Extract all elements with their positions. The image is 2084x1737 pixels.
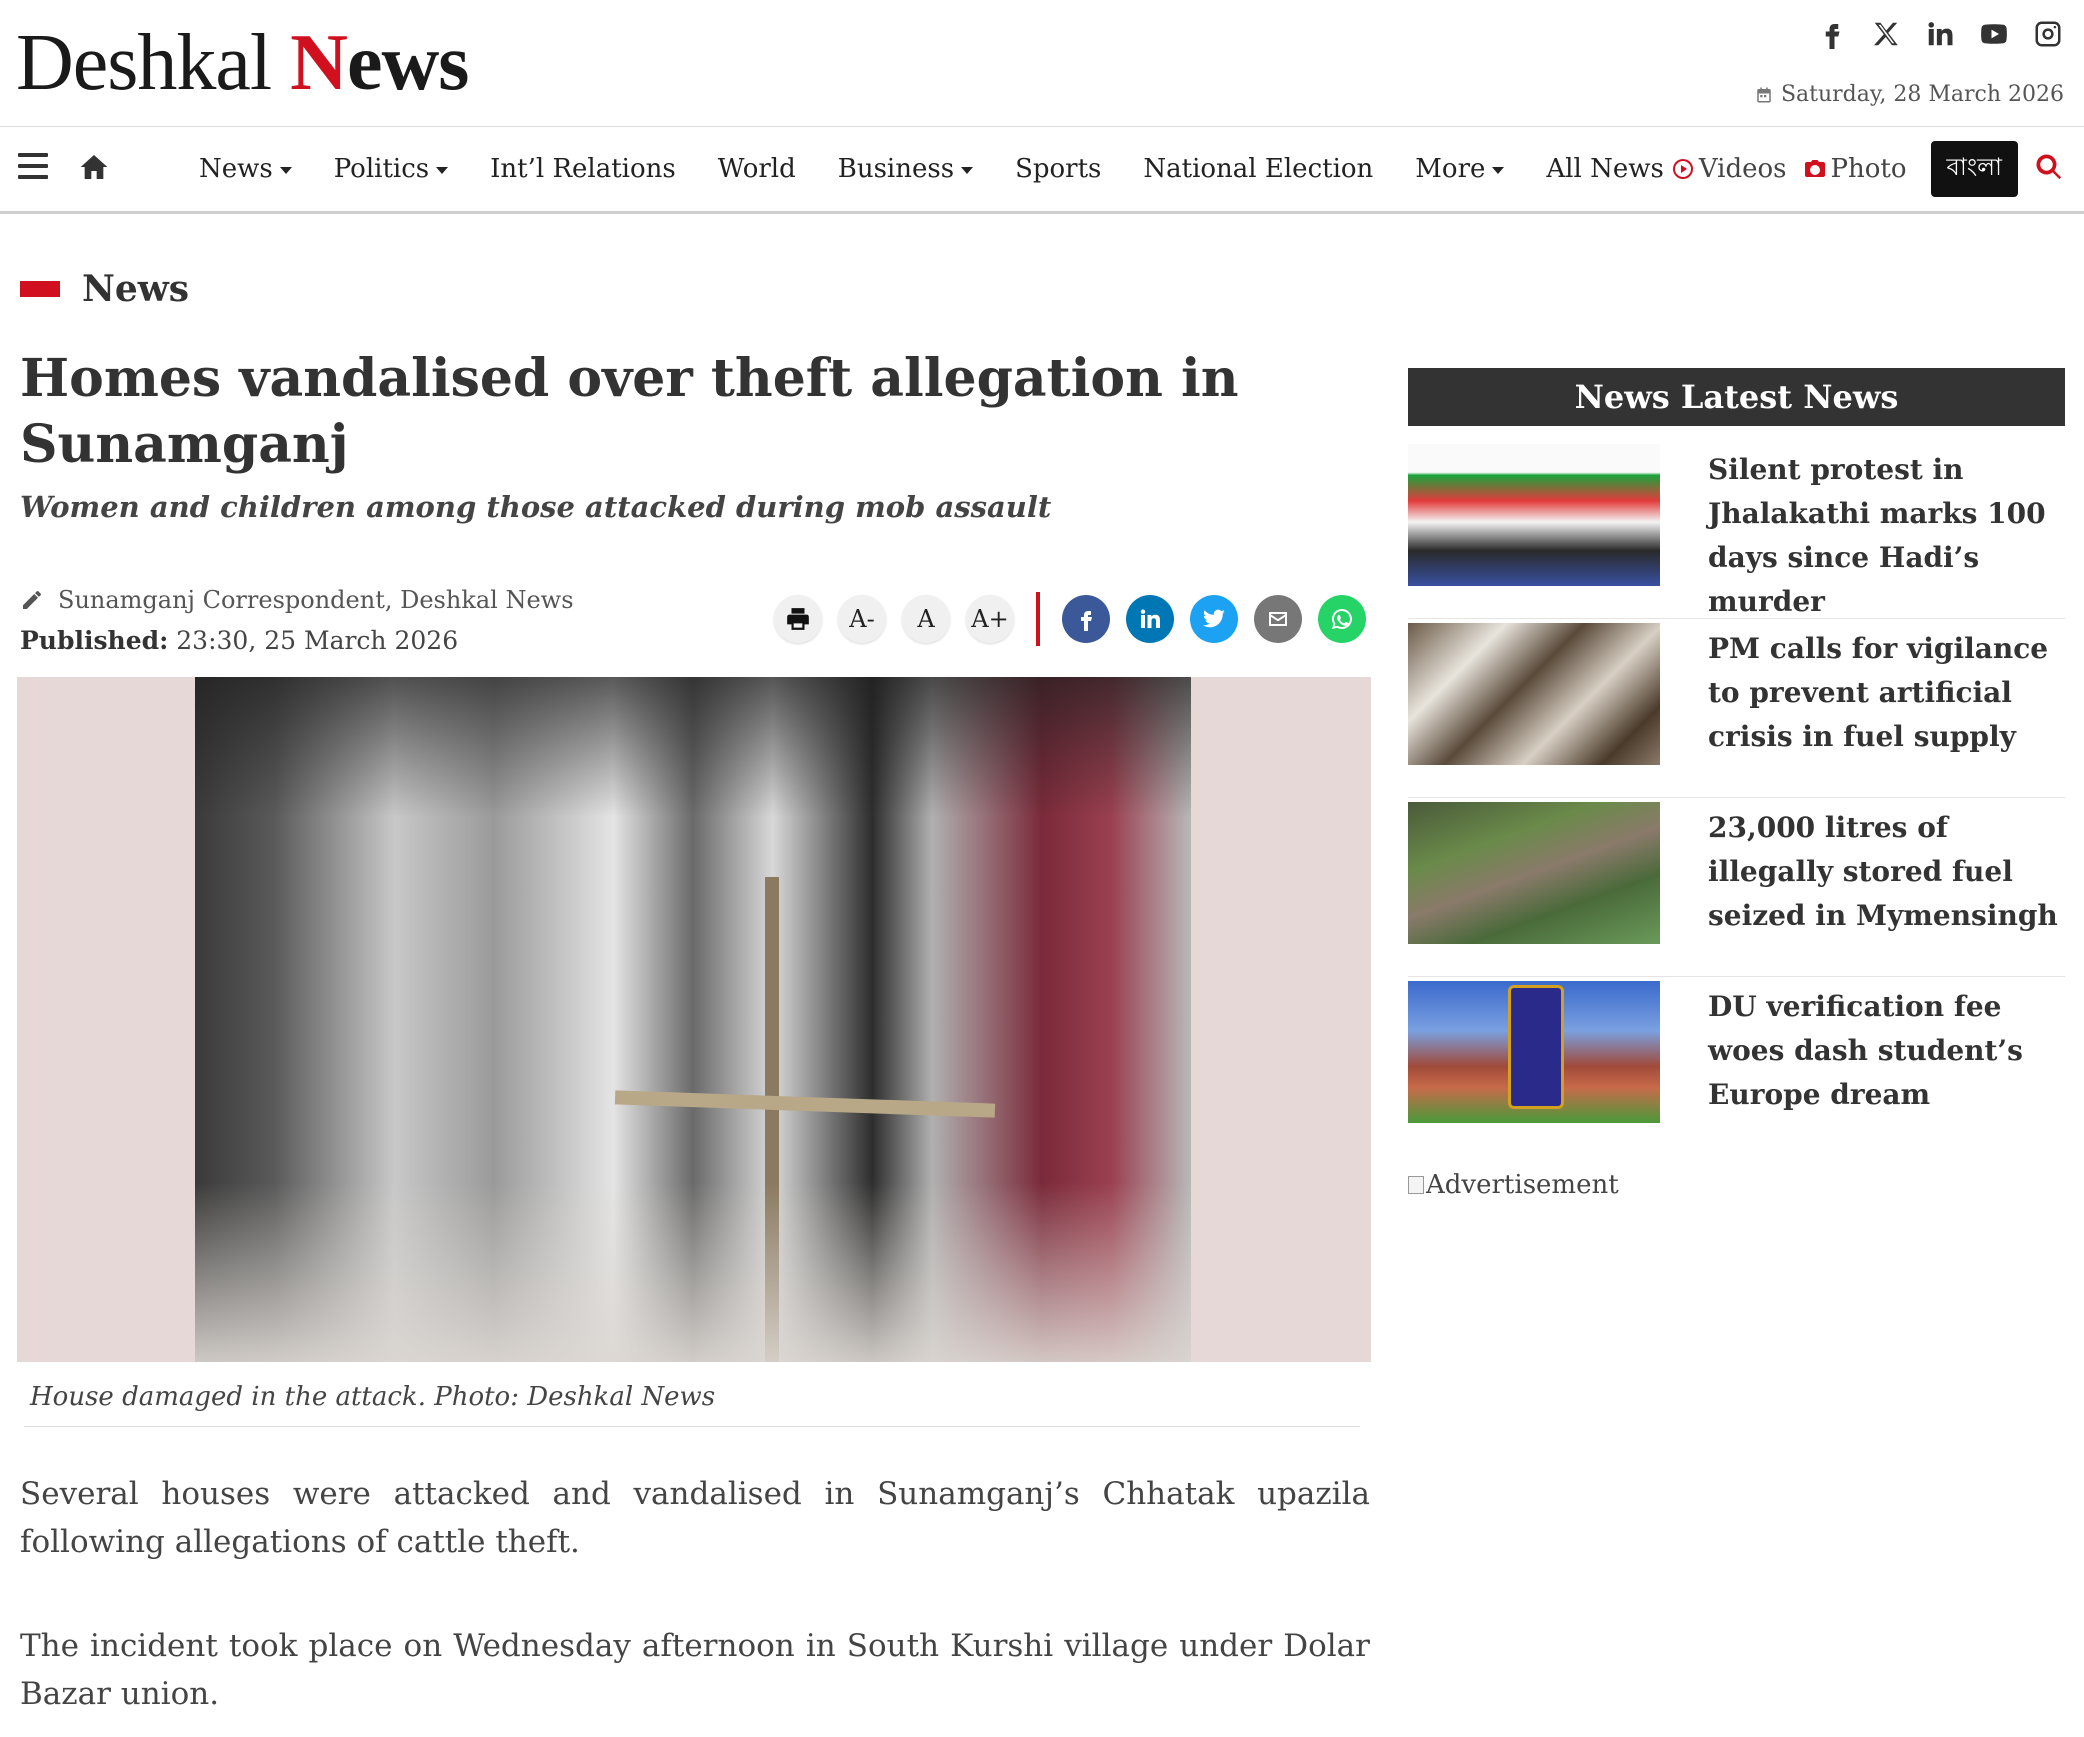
camera-icon [1804,160,1825,177]
latest-news-item[interactable]: DU verification fee woes dash student’s … [1408,977,2065,1156]
damaged-house-photo [195,677,1191,1362]
latest-news-list: Silent protest in Jhalakathi marks 100 d… [1408,440,2065,1156]
section-title[interactable]: News [82,268,189,310]
site-header: Deshkal News Saturday, 28 March 2026 [0,0,2084,126]
hamburger-menu-icon[interactable] [18,153,48,181]
share-linkedin-button[interactable] [1126,595,1174,643]
latest-news-item[interactable]: Silent protest in Jhalakathi marks 100 d… [1408,440,2065,619]
news-thumbnail[interactable] [1408,623,1660,765]
nav-item-world[interactable]: World [718,154,796,184]
tools-divider [1036,592,1040,646]
article-tools: A- A A+ [774,592,1366,646]
instagram-icon[interactable] [2032,16,2064,52]
share-email-button[interactable] [1254,595,1302,643]
article-subheadline: Women and children among those attacked … [20,490,1052,524]
section-marker [20,281,60,297]
nav-item-politics[interactable]: Politics [334,154,449,184]
advertisement-placeholder[interactable]: Advertisement [1408,1170,2065,1200]
news-title[interactable]: DU verification fee woes dash student’s … [1708,985,2065,1117]
image-caption: House damaged in the attack. Photo: Desh… [30,1382,716,1412]
videos-link[interactable]: Videos [1671,154,1787,184]
news-thumbnail[interactable] [1408,981,1660,1123]
nav-item-national-election[interactable]: National Election [1143,154,1373,184]
facebook-icon [1081,611,1092,631]
print-button[interactable] [774,595,822,643]
nav-item-all-news[interactable]: All News [1546,154,1663,184]
language-toggle-button[interactable]: বাংলা [1930,141,2018,197]
social-links [1816,16,2064,52]
main-nav: News Politics Int’l Relations World Busi… [0,126,2084,214]
caret-down-icon [279,166,292,174]
nav-item-business[interactable]: Business [838,154,974,184]
article-byline: Sunamganj Correspondent, Deshkal News Pu… [20,586,574,655]
email-icon [1269,612,1287,626]
youtube-icon[interactable] [1978,16,2010,52]
font-reset-button[interactable]: A [902,595,950,643]
linkedin-icon[interactable] [1924,16,1956,52]
calendar-icon [1757,87,1771,102]
nav-right: Videos Photo বাংলা [1671,127,2064,211]
twitter-icon [1203,609,1225,628]
sidebar-heading: News Latest News [1408,368,2065,426]
article-paragraph: Several houses were attacked and vandali… [20,1476,1370,1560]
caret-down-icon [1492,166,1505,174]
latest-news-item[interactable]: PM calls for vigilance to prevent artifi… [1408,619,2065,798]
x-icon[interactable] [1870,16,1902,52]
photo-link[interactable]: Photo [1803,154,1907,184]
print-icon [787,608,809,630]
university-crest [1508,985,1564,1109]
nav-item-news[interactable]: News [199,154,292,184]
section-label: News [20,268,189,310]
home-icon[interactable] [78,151,110,183]
news-title[interactable]: Silent protest in Jhalakathi marks 100 d… [1708,448,2065,624]
nav-item-more[interactable]: More [1415,154,1505,184]
current-date: Saturday, 28 March 2026 [1755,82,2064,107]
nav-item-sports[interactable]: Sports [1015,154,1101,184]
article-header: Homes vandalised over theft allegation i… [20,346,1370,524]
share-twitter-button[interactable] [1190,595,1238,643]
article-paragraph: The incident took place on Wednesday aft… [20,1628,1370,1712]
news-title[interactable]: 23,000 litres of illegally stored fuel s… [1708,806,2065,938]
font-increase-button[interactable]: A+ [966,595,1014,643]
search-icon[interactable] [2034,152,2064,186]
linkedin-icon [1140,609,1160,628]
broken-image-icon [1408,1176,1424,1194]
pencil-icon [23,591,41,609]
published-date: Published: 23:30, 25 March 2026 [20,626,459,655]
play-circle-icon [1672,159,1693,179]
nav-menu: News Politics Int’l Relations World Busi… [199,127,1706,211]
latest-news-sidebar: News Latest News Silent protest in Jhala… [1408,368,2065,1200]
article-headline: Homes vandalised over theft allegation i… [20,348,1239,475]
facebook-icon[interactable] [1816,16,1848,52]
caret-down-icon [436,166,449,174]
latest-news-item[interactable]: 23,000 litres of illegally stored fuel s… [1408,798,2065,977]
share-facebook-button[interactable] [1062,595,1110,643]
nav-item-intl-relations[interactable]: Int’l Relations [490,154,676,184]
author: Sunamganj Correspondent, Deshkal News [20,586,574,614]
news-title[interactable]: PM calls for vigilance to prevent artifi… [1708,627,2065,759]
font-decrease-button[interactable]: A- [838,595,886,643]
caret-down-icon [961,166,974,174]
share-whatsapp-button[interactable] [1318,595,1366,643]
site-logo[interactable]: Deshkal News [16,18,469,108]
news-thumbnail[interactable] [1408,444,1660,586]
news-thumbnail[interactable] [1408,802,1660,944]
article-hero-image [17,677,1371,1362]
caption-divider [24,1426,1360,1427]
whatsapp-icon [1332,609,1352,629]
